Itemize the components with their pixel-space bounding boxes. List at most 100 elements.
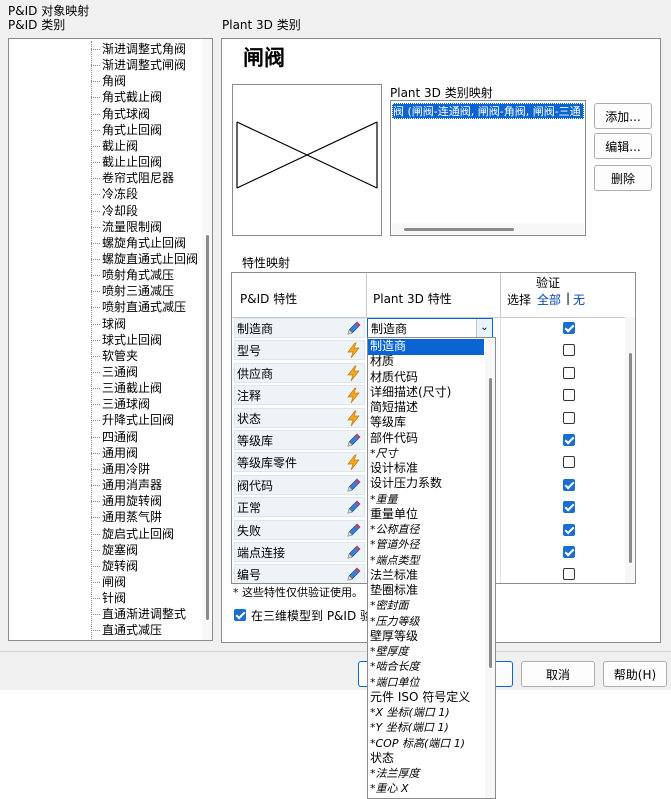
add-button[interactable]: 添加...	[594, 103, 652, 129]
lightning-icon[interactable]	[345, 365, 362, 382]
dropdown-option[interactable]: 元件 ISO 符号定义	[368, 690, 484, 706]
tree-scrollbar-thumb[interactable]	[206, 235, 209, 620]
dropdown-option[interactable]: 详细描述(尺寸)	[368, 385, 484, 401]
tree-item[interactable]: 角式截止阀	[9, 89, 199, 105]
tree-item[interactable]: 喷射角式减压	[9, 267, 199, 283]
tree-item[interactable]: 直通式减压	[9, 622, 199, 638]
tree-item[interactable]: 通用蒸气阱	[9, 509, 199, 525]
pencil-icon[interactable]	[345, 320, 362, 337]
dropdown-option[interactable]: *管道外径	[368, 537, 484, 553]
dropdown-option[interactable]: 垫圈标准	[368, 583, 484, 599]
dropdown-option[interactable]: 法兰标准	[368, 568, 484, 584]
tree-item[interactable]: 喷射三通减压	[9, 283, 199, 299]
dropdown-option[interactable]: *X 坐标(端口 1)	[368, 705, 484, 721]
dropdown-option[interactable]: 设计压力系数	[368, 476, 484, 492]
tree-item[interactable]: 角式球阀	[9, 106, 199, 122]
tree-item[interactable]: 通用旋转阀	[9, 493, 199, 509]
tree-item[interactable]: 流量限制阀	[9, 219, 199, 235]
tree-item[interactable]: 角式止回阀	[9, 122, 199, 138]
dropdown-option[interactable]: *啮合长度	[368, 659, 484, 675]
select-none-link[interactable]: 无	[573, 291, 585, 308]
select-all-link[interactable]: 全部	[537, 291, 561, 308]
dropdown-option[interactable]: *法兰厚度	[368, 766, 484, 782]
tree-item[interactable]: 通用消声器	[9, 477, 199, 493]
verify-row-checkbox[interactable]	[563, 523, 575, 536]
tree-item[interactable]: 旋塞阀	[9, 542, 199, 558]
dropdown-option[interactable]: 壁厚等级	[368, 629, 484, 645]
chevron-down-icon[interactable]: ⌄	[476, 319, 492, 337]
dropdown-option[interactable]: *端点类型	[368, 553, 484, 569]
prop-p3d-cell[interactable]: 制造商 ⌄	[367, 318, 493, 338]
pencil-icon[interactable]	[345, 522, 362, 539]
tree-item[interactable]: 喷射直通式减压	[9, 299, 199, 315]
lightning-icon[interactable]	[345, 387, 362, 404]
mapping-hscrollbar[interactable]	[392, 223, 584, 235]
dropdown-option[interactable]: *尺寸	[368, 446, 484, 462]
tree-item-selected[interactable]: 闸阀	[9, 574, 199, 590]
pencil-icon[interactable]	[345, 432, 362, 449]
tree-item[interactable]: 角阀	[9, 73, 199, 89]
tree-item[interactable]: 三通阀	[9, 364, 199, 380]
verify-row-checkbox[interactable]	[563, 322, 575, 334]
dropdown-option[interactable]: 重量单位	[368, 507, 484, 523]
verify-row-checkbox[interactable]	[563, 501, 575, 514]
dropdown-option[interactable]: *COP 标高(端口 1)	[368, 736, 484, 752]
dropdown-option[interactable]: *密封面	[368, 598, 484, 614]
pencil-icon[interactable]	[345, 566, 362, 583]
mapping-list[interactable]: 阀 (闸阀-连通阀, 闸阀-角阀, 闸阀-三通	[390, 100, 586, 236]
dropdown-scrollbar-thumb[interactable]	[489, 378, 492, 668]
tree-item[interactable]: 三通截止阀	[9, 380, 199, 396]
tree-item[interactable]: 球式止回阀	[9, 332, 199, 348]
tree-item[interactable]: 冷却段	[9, 203, 199, 219]
verify-row-checkbox[interactable]	[563, 568, 575, 581]
dropdown-option[interactable]: 部件代码	[368, 431, 484, 447]
dropdown-option[interactable]: 材质	[368, 354, 484, 370]
dropdown-option[interactable]: *压力等级	[368, 614, 484, 630]
pencil-icon[interactable]	[345, 499, 362, 516]
verify-row-checkbox[interactable]	[563, 478, 575, 491]
tree-item[interactable]: 螺旋直通式止回阀	[9, 251, 199, 267]
tree-item[interactable]: 四通阀	[9, 429, 199, 445]
tree-item[interactable]: 球阀	[9, 316, 199, 332]
verify-row-checkbox[interactable]	[563, 411, 575, 424]
props-scrollbar[interactable]	[625, 317, 635, 583]
dropdown-option[interactable]: *公称直径	[368, 522, 484, 538]
tree-item[interactable]: 软管夹	[9, 348, 199, 364]
dropdown-option[interactable]: 简短描述	[368, 400, 484, 416]
dropdown-option[interactable]: *重量	[368, 492, 484, 508]
tree-item[interactable]: 针阀	[9, 590, 199, 606]
tree-item[interactable]: 通用阀	[9, 445, 199, 461]
lightning-icon[interactable]	[345, 410, 362, 427]
delete-button[interactable]: 删除	[594, 165, 652, 191]
lightning-icon[interactable]	[345, 454, 362, 471]
tree-item[interactable]: 截止止回阀	[9, 154, 199, 170]
verify-row-checkbox[interactable]	[563, 389, 575, 402]
tree-item[interactable]: 通用冷阱	[9, 461, 199, 477]
dropdown-option[interactable]: *壁厚度	[368, 644, 484, 660]
tree-item[interactable]: 直通渐进调整式	[9, 606, 199, 622]
verify-row-checkbox[interactable]	[563, 344, 575, 357]
dropdown-option[interactable]: *端口单位	[368, 675, 484, 691]
cancel-button[interactable]: 取消	[521, 661, 595, 687]
verify-row-checkbox[interactable]	[563, 546, 575, 558]
tree-item[interactable]: 升降式止回阀	[9, 412, 199, 428]
verify-row-checkbox[interactable]	[563, 366, 575, 379]
dropdown-option[interactable]: 状态	[368, 751, 484, 767]
category-tree[interactable]: 渐进调整式角阀 渐进调整式闸阀 角阀 角式截止阀 角式球阀 角式止回阀 截止阀 截止止回阀 卷帘…	[8, 38, 213, 641]
tree-item[interactable]: 旋转阀	[9, 558, 199, 574]
help-button[interactable]: 帮助(H)	[603, 661, 667, 687]
props-scrollbar-thumb[interactable]	[629, 353, 632, 563]
dropdown-option[interactable]: 设计标准	[368, 461, 484, 477]
edit-button[interactable]: 编辑...	[594, 133, 652, 159]
dropdown-scrollbar[interactable]	[485, 338, 495, 798]
tree-item[interactable]: 截止阀	[9, 138, 199, 154]
lightning-icon[interactable]	[345, 342, 362, 359]
mapping-hscrollbar-thumb[interactable]	[404, 228, 514, 231]
tree-item[interactable]: 旋启式止回阀	[9, 526, 199, 542]
tree-item[interactable]: 渐进调整式角阀	[9, 41, 199, 57]
dropdown-list[interactable]: 制造商 材质 材质代码 详细描述(尺寸) 简短描述 等级库 部件代码 *尺寸 设计标准 设计压力系…	[367, 337, 496, 799]
dropdown-option[interactable]: 等级库	[368, 415, 484, 431]
verify-row-checkbox[interactable]	[563, 456, 575, 469]
tree-item[interactable]: 螺旋角式止回阀	[9, 235, 199, 251]
mapping-list-item[interactable]: 阀 (闸阀-连通阀, 闸阀-角阀, 闸阀-三通	[392, 103, 584, 119]
